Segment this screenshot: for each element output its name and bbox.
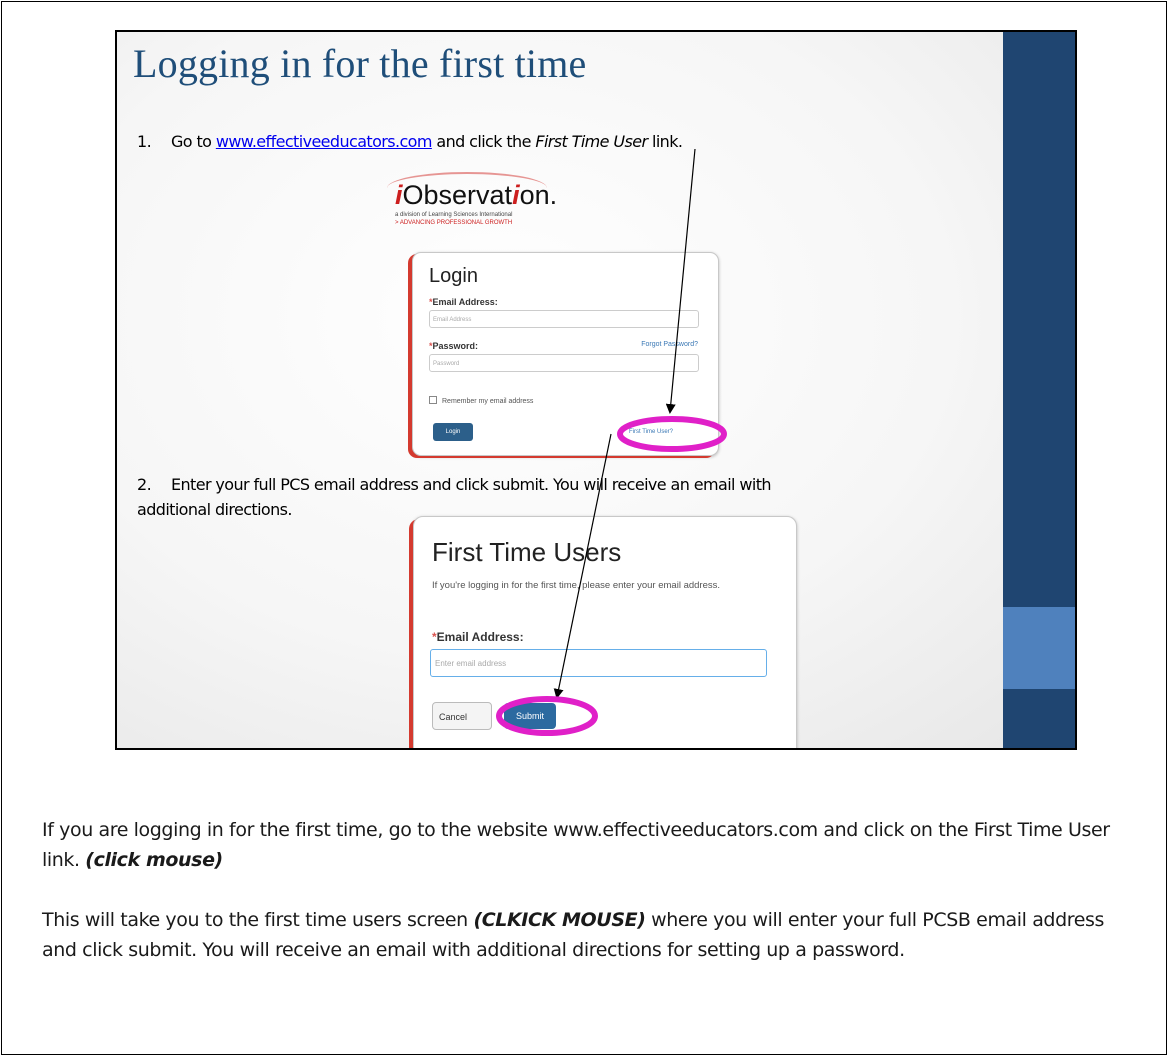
notes-paragraph-2: This will take you to the first time use… (42, 909, 1105, 961)
speaker-notes: If you are logging in for the first time… (42, 815, 1142, 995)
submit-highlight-circle (496, 696, 598, 736)
notes-paragraph-1: If you are logging in for the first time… (42, 819, 1110, 871)
arrow-to-submit (553, 433, 612, 699)
arrow-to-first-time-link (665, 148, 696, 414)
annotation-overlay (496, 148, 727, 736)
first-time-user-highlight-circle (617, 416, 727, 452)
slide: Logging in for the first time 1. Go to ww… (115, 30, 1077, 750)
notes-p2-emphasis: (CLKICK MOUSE) (473, 909, 646, 931)
notes-p1-emphasis: (click mouse) (85, 849, 223, 871)
